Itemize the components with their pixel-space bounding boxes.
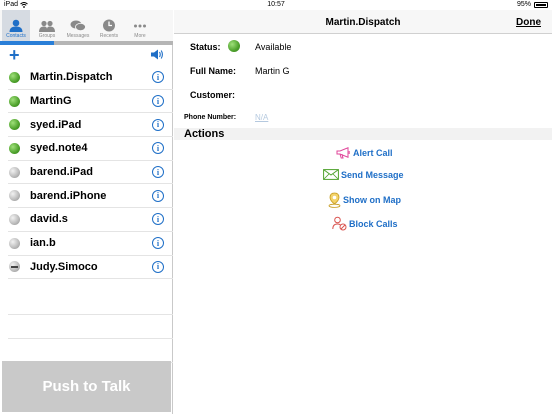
envelope-icon: [323, 169, 339, 180]
messages-icon: [70, 20, 86, 31]
contact-row[interactable]: barend.iPad i: [8, 161, 173, 185]
send-message-button[interactable]: Send Message: [323, 169, 404, 180]
map-pin-icon: [328, 192, 341, 208]
alert-call-button[interactable]: Alert Call: [336, 147, 393, 159]
contact-detail-panel: Martin.Dispatch Done Status: Available F…: [174, 10, 552, 414]
clock: 10:57: [267, 1, 285, 8]
full-name-label: Full Name:: [190, 66, 237, 76]
status-indicator: [228, 40, 240, 52]
tab-label: Recents: [99, 33, 119, 39]
presence-status-icon: [9, 166, 20, 178]
empty-rows: [8, 291, 173, 363]
add-contact-button[interactable]: +: [9, 45, 20, 65]
presence-status-icon: [9, 213, 20, 225]
done-button[interactable]: Done: [516, 17, 541, 28]
contact-row[interactable]: syed.iPad i: [8, 113, 173, 138]
contact-row[interactable]: Martin.Dispatch i: [8, 66, 173, 90]
block-user-icon: [332, 216, 347, 231]
tab-more[interactable]: More: [126, 10, 154, 41]
status-bar: iPad 10:57 95%: [0, 0, 552, 10]
push-to-talk-label: Push to Talk: [42, 378, 131, 395]
person-icon: [9, 19, 23, 32]
alert-call-label: Alert Call: [353, 148, 393, 158]
contact-row[interactable]: ian.b i: [8, 232, 173, 256]
group-icon: [39, 20, 55, 32]
contact-row[interactable]: syed.note4 i: [8, 137, 173, 161]
customer-label: Customer:: [190, 90, 236, 100]
empty-row: [8, 315, 173, 339]
presence-status-icon: [9, 119, 20, 131]
show-on-map-button[interactable]: Show on Map: [328, 192, 401, 208]
info-icon[interactable]: i: [152, 189, 164, 202]
presence-status-icon: [9, 190, 20, 202]
tab-label: Contacts: [6, 33, 26, 39]
contact-row[interactable]: MartinG i: [8, 90, 173, 114]
show-on-map-label: Show on Map: [343, 195, 401, 205]
push-to-talk-button[interactable]: Push to Talk: [2, 361, 171, 412]
status-label: Status:: [190, 42, 221, 52]
contact-list: Martin.Dispatch i MartinG i syed.iPad i syed.n…: [8, 66, 173, 280]
tab-label: More: [134, 33, 146, 39]
more-icon: [134, 24, 146, 28]
tab-contacts[interactable]: Contacts: [2, 10, 30, 41]
presence-status-icon: [9, 237, 20, 249]
phone-number-link[interactable]: N/A: [255, 113, 268, 122]
presence-status-icon: [9, 95, 20, 107]
contact-row[interactable]: barend.iPhone i: [8, 184, 173, 209]
actions-heading: Actions: [184, 128, 225, 140]
recents-icon: [103, 19, 115, 32]
info-icon[interactable]: i: [152, 95, 164, 108]
detail-nav-bar: Martin.Dispatch Done: [174, 10, 552, 34]
send-message-label: Send Message: [341, 169, 404, 180]
phone-number-label: Phone Number:: [184, 114, 237, 121]
presence-status-icon: [9, 142, 20, 154]
actions-header: Actions: [174, 128, 552, 140]
tab-label: Messages: [66, 33, 90, 39]
speaker-icon[interactable]: [151, 49, 164, 60]
battery-percent: 95%: [516, 1, 531, 8]
info-icon[interactable]: i: [152, 260, 164, 273]
detail-title: Martin.Dispatch: [325, 17, 401, 28]
empty-row: [8, 339, 173, 363]
megaphone-icon: [336, 147, 350, 159]
tab-label: Groups: [38, 33, 56, 39]
tab-groups[interactable]: Groups: [33, 10, 61, 41]
battery-indicator: 95%: [517, 1, 548, 8]
contacts-toolbar: +: [0, 45, 173, 65]
block-calls-label: Block Calls: [349, 218, 398, 229]
info-icon[interactable]: i: [152, 166, 164, 179]
presence-status-icon: [9, 71, 20, 83]
battery-icon: [534, 1, 548, 8]
tab-bar: Contacts Groups Messages Recents More: [0, 10, 173, 41]
tab-messages[interactable]: Messages: [64, 10, 92, 41]
contacts-panel: Contacts Groups Messages Recents More + …: [0, 10, 173, 414]
full-name-value: Martin G: [255, 66, 290, 76]
info-icon[interactable]: i: [152, 118, 164, 131]
contact-row[interactable]: david.s i: [8, 208, 173, 232]
status-value: Available: [255, 42, 292, 52]
presence-status-icon: [9, 261, 20, 273]
empty-row: [8, 291, 173, 315]
tab-recents[interactable]: Recents: [95, 10, 123, 41]
contact-row[interactable]: Judy.Simoco i: [8, 256, 173, 280]
block-calls-button[interactable]: Block Calls: [332, 216, 398, 231]
